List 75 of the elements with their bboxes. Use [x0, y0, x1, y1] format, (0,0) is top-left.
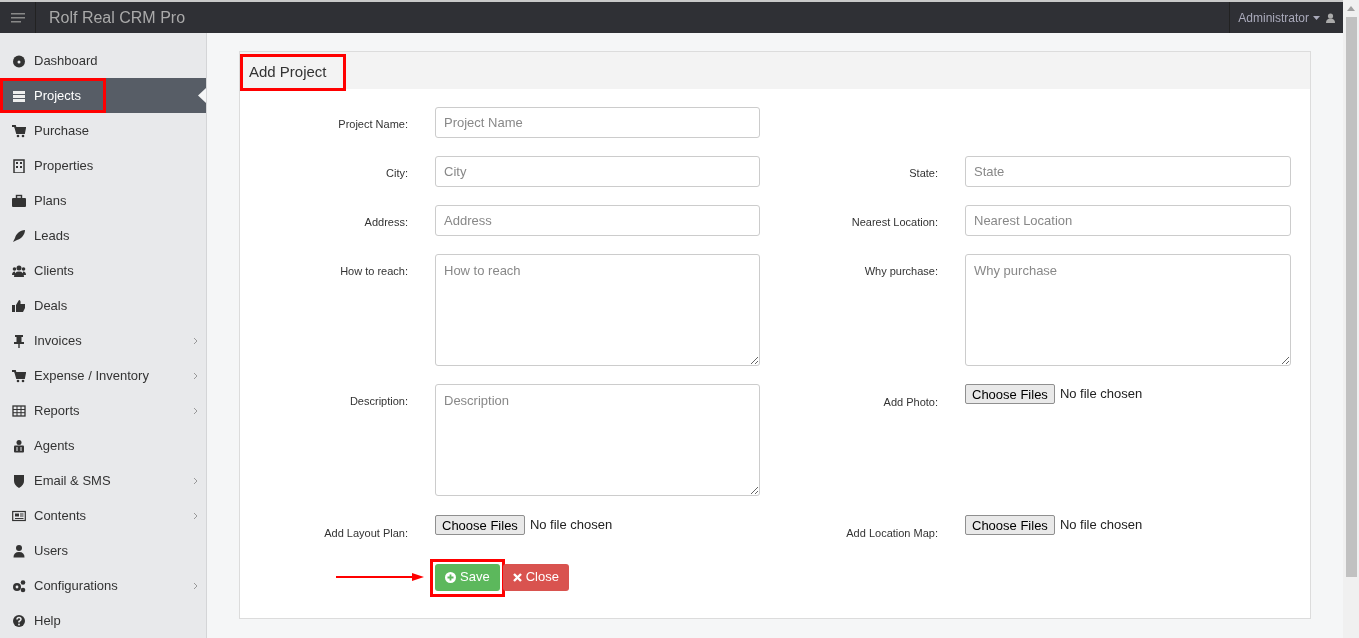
file-status: No file chosen: [1059, 385, 1143, 403]
chevron-right-icon: [193, 476, 198, 485]
scroll-up-icon[interactable]: [1347, 6, 1355, 11]
field-label: City:: [385, 166, 408, 181]
sidebar-item[interactable]: Invoices: [0, 323, 206, 358]
user-menu[interactable]: Administrator: [1238, 8, 1320, 27]
text-area[interactable]: Why purchase: [965, 254, 1291, 366]
users-icon: [12, 263, 26, 278]
file-status: No file chosen: [1059, 516, 1143, 534]
text-field[interactable]: Address: [435, 205, 760, 236]
sidebar-item[interactable]: Projects: [0, 78, 206, 113]
newspaper-icon: [12, 508, 26, 523]
chevron-right-icon: [193, 511, 198, 520]
field-label: Why purchase:: [863, 264, 938, 279]
chevron-right-icon: [193, 581, 198, 590]
sidebar-item[interactable]: Help: [0, 603, 206, 638]
sidebar-item[interactable]: Purchase: [0, 113, 206, 148]
cart-icon: [12, 368, 26, 383]
sidebar-item[interactable]: Expense / Inventory: [0, 358, 206, 393]
sidebar-item[interactable]: Deals: [0, 288, 206, 323]
server-icon: [12, 88, 26, 103]
help-icon: [12, 613, 26, 628]
sidebar-item[interactable]: Clients: [0, 253, 206, 288]
text-field[interactable]: City: [435, 156, 760, 187]
user-icon: [12, 543, 26, 558]
file-status: No file chosen: [529, 516, 613, 534]
sidebar-item[interactable]: Reports: [0, 393, 206, 428]
chevron-right-icon: [193, 336, 198, 345]
sidebar-item[interactable]: Configurations: [0, 568, 206, 603]
building-icon: [12, 158, 26, 173]
text-field[interactable]: Nearest Location: [965, 205, 1291, 236]
sidebar-item[interactable]: Properties: [0, 148, 206, 183]
sidebar-item[interactable]: Email & SMS: [0, 463, 206, 498]
text-field[interactable]: State: [965, 156, 1291, 187]
sidebar-item[interactable]: Dashboard: [0, 43, 206, 78]
form-title: Add Project: [240, 54, 346, 91]
plus-circle-icon: [445, 571, 456, 583]
sidebar-item[interactable]: Users: [0, 533, 206, 568]
active-pointer-icon: [198, 88, 206, 103]
field-label: Nearest Location:: [850, 215, 938, 230]
field-label: State:: [908, 166, 938, 181]
field-label: How to reach:: [339, 264, 408, 279]
choose-files-button[interactable]: Choose Files: [435, 515, 525, 535]
sidebar-item[interactable]: Leads: [0, 218, 206, 253]
sidebar-item[interactable]: Plans: [0, 183, 206, 218]
close-button[interactable]: Close: [502, 563, 569, 591]
cart-icon: [12, 123, 26, 138]
choose-files-button[interactable]: Choose Files: [965, 515, 1055, 535]
user-icon[interactable]: [1326, 12, 1335, 23]
shield-icon: [12, 473, 26, 488]
scrollbar[interactable]: [1343, 0, 1359, 638]
text-area[interactable]: Description: [435, 384, 760, 496]
thumb-icon: [12, 298, 26, 313]
text-area[interactable]: How to reach: [435, 254, 760, 366]
field-label: Add Photo:: [882, 395, 938, 410]
table-icon: [12, 403, 26, 418]
sidebar-item[interactable]: Contents: [0, 498, 206, 533]
menu-icon[interactable]: [10, 12, 25, 23]
pin-icon: [12, 333, 26, 348]
chevron-right-icon: [193, 371, 198, 380]
sidebar-item[interactable]: Agents: [0, 428, 206, 463]
caret-icon: [1313, 15, 1320, 20]
field-label: Add Location Map:: [845, 526, 938, 541]
text-field[interactable]: Project Name: [435, 107, 760, 138]
briefcase-icon: [12, 193, 26, 208]
field-label: Add Layout Plan:: [323, 526, 408, 541]
close-icon: [512, 572, 522, 582]
app-title: Rolf Real CRM Pro: [49, 7, 186, 28]
scrollbar-thumb[interactable]: [1345, 17, 1357, 577]
field-label: Address:: [363, 215, 408, 230]
chevron-right-icon: [193, 406, 198, 415]
field-label: Project Name:: [337, 117, 408, 132]
gears-icon: [12, 578, 26, 593]
field-label: Description:: [348, 394, 408, 409]
choose-files-button[interactable]: Choose Files: [965, 384, 1055, 404]
